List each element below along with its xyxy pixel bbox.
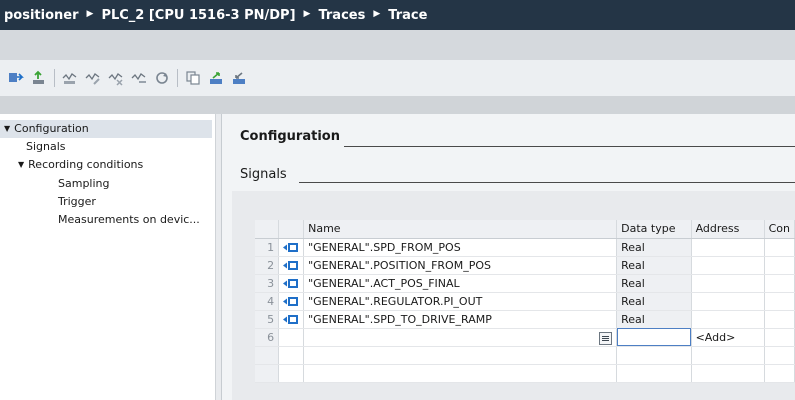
signal-comment[interactable] xyxy=(764,310,795,329)
signal-address[interactable] xyxy=(691,292,765,311)
transfer-icon[interactable] xyxy=(8,70,24,86)
toolbar-separator-bar xyxy=(0,96,795,114)
header-cell-icon xyxy=(278,220,305,239)
row-number: 6 xyxy=(255,328,280,347)
signal-name[interactable]: "GENERAL".SPD_FROM_POS xyxy=(303,238,618,257)
breadcrumb-item-traces[interactable]: Traces xyxy=(318,8,365,23)
new-signal-comment[interactable] xyxy=(764,328,795,347)
tree-item-label: Measurements on devic... xyxy=(58,213,200,226)
new-signal-datatype[interactable] xyxy=(616,328,692,347)
subsection-title: Signals xyxy=(240,167,287,182)
signal-datatype[interactable]: Real xyxy=(616,292,692,311)
tree-item-label: Sampling xyxy=(58,177,110,190)
signal-datatype[interactable]: Real xyxy=(616,238,692,257)
tree-item-trigger[interactable]: Trigger xyxy=(58,193,96,211)
column-header-comment[interactable]: Con xyxy=(764,220,795,239)
table-row-new[interactable]: 6 <Add> xyxy=(255,328,795,347)
import-icon[interactable] xyxy=(208,70,224,86)
export-icon[interactable] xyxy=(231,70,247,86)
tag-icon xyxy=(278,256,305,275)
row-number: 3 xyxy=(255,274,280,293)
signal-comment[interactable] xyxy=(764,292,795,311)
new-signal-name[interactable] xyxy=(303,328,618,347)
edit-icon[interactable] xyxy=(85,70,101,86)
section-divider xyxy=(344,146,795,147)
table-header-row: Name Data type Address Con xyxy=(255,220,795,239)
signal-name[interactable]: "GENERAL".ACT_POS_FINAL xyxy=(303,274,618,293)
tree-item-sampling[interactable]: Sampling xyxy=(58,175,110,193)
tree-item-recording-conditions[interactable]: ▼ Recording conditions xyxy=(18,156,143,174)
toolbar-divider xyxy=(177,69,178,87)
toolbar xyxy=(0,60,795,96)
row-number: 4 xyxy=(255,292,280,311)
row-icon-cell xyxy=(278,328,305,347)
breadcrumb-separator-icon: ▶ xyxy=(373,9,381,19)
tag-icon xyxy=(278,292,305,311)
tree-item-configuration[interactable]: ▼ Configuration xyxy=(0,120,212,138)
signal-datatype[interactable]: Real xyxy=(616,256,692,275)
add-trace-icon[interactable] xyxy=(62,70,78,86)
table-row[interactable]: 1 "GENERAL".SPD_FROM_POS Real xyxy=(255,238,795,257)
signal-address[interactable] xyxy=(691,238,765,257)
window-header-bar xyxy=(0,30,795,60)
breadcrumb: positioner ▶ PLC_2 [CPU 1516-3 PN/DP] ▶ … xyxy=(0,0,795,30)
signal-comment[interactable] xyxy=(764,256,795,275)
expanded-arrow-icon[interactable]: ▼ xyxy=(4,124,10,133)
signal-datatype[interactable]: Real xyxy=(616,310,692,329)
remove-icon[interactable] xyxy=(131,70,147,86)
upload-icon[interactable] xyxy=(31,70,47,86)
expanded-arrow-icon[interactable]: ▼ xyxy=(18,160,24,169)
table-row[interactable]: 3 "GENERAL".ACT_POS_FINAL Real xyxy=(255,274,795,293)
signal-address[interactable] xyxy=(691,274,765,293)
row-number: 2 xyxy=(255,256,280,275)
signal-name[interactable]: "GENERAL".POSITION_FROM_POS xyxy=(303,256,618,275)
navigation-tree: ▼ Configuration Signals ▼ Recording condit… xyxy=(0,114,216,400)
tree-item-signals[interactable]: Signals xyxy=(26,138,66,156)
signal-datatype[interactable]: Real xyxy=(616,274,692,293)
subsection-divider xyxy=(299,182,795,183)
list-picker-icon[interactable] xyxy=(599,331,613,345)
table-row[interactable]: 4 "GENERAL".REGULATOR.PI_OUT Real xyxy=(255,292,795,311)
add-signal-cell[interactable]: <Add> xyxy=(691,328,765,347)
signal-name[interactable]: "GENERAL".SPD_TO_DRIVE_RAMP xyxy=(303,310,618,329)
delete-icon[interactable] xyxy=(108,70,124,86)
signal-name[interactable]: "GENERAL".REGULATOR.PI_OUT xyxy=(303,292,618,311)
row-number: 1 xyxy=(255,238,280,257)
copy-icon[interactable] xyxy=(185,70,201,86)
table-row-blank xyxy=(255,364,795,383)
signal-comment[interactable] xyxy=(764,238,795,257)
breadcrumb-item-project[interactable]: positioner xyxy=(4,8,79,23)
toolbar-divider xyxy=(54,69,55,87)
row-number: 5 xyxy=(255,310,280,329)
tree-item-measurements[interactable]: Measurements on devic... xyxy=(58,211,200,229)
tree-item-label: Recording conditions xyxy=(28,158,144,171)
signal-address[interactable] xyxy=(691,256,765,275)
signal-comment[interactable] xyxy=(764,274,795,293)
signals-table: Name Data type Address Con 1 "GENERAL".S… xyxy=(255,220,795,383)
content-panel: Configuration Signals Name Data type Add… xyxy=(222,114,795,400)
section-title: Configuration xyxy=(240,129,340,144)
tag-icon xyxy=(278,238,305,257)
table-row[interactable]: 2 "GENERAL".POSITION_FROM_POS Real xyxy=(255,256,795,275)
column-header-address[interactable]: Address xyxy=(691,220,765,239)
table-row-blank xyxy=(255,346,795,365)
breadcrumb-separator-icon: ▶ xyxy=(86,9,94,19)
tree-item-label: Trigger xyxy=(58,195,96,208)
table-row[interactable]: 5 "GENERAL".SPD_TO_DRIVE_RAMP Real xyxy=(255,310,795,329)
column-header-name[interactable]: Name xyxy=(303,220,618,239)
refresh-icon[interactable] xyxy=(154,70,170,86)
breadcrumb-item-plc[interactable]: PLC_2 [CPU 1516-3 PN/DP] xyxy=(101,8,295,23)
tag-icon xyxy=(278,310,305,329)
signal-address[interactable] xyxy=(691,310,765,329)
column-header-datatype[interactable]: Data type xyxy=(616,220,692,239)
breadcrumb-separator-icon: ▶ xyxy=(303,9,311,19)
tree-item-label: Signals xyxy=(26,140,66,153)
header-cell-num xyxy=(255,220,280,239)
breadcrumb-item-trace[interactable]: Trace xyxy=(388,8,427,23)
tag-icon xyxy=(278,274,305,293)
tree-item-label: Configuration xyxy=(14,122,89,135)
